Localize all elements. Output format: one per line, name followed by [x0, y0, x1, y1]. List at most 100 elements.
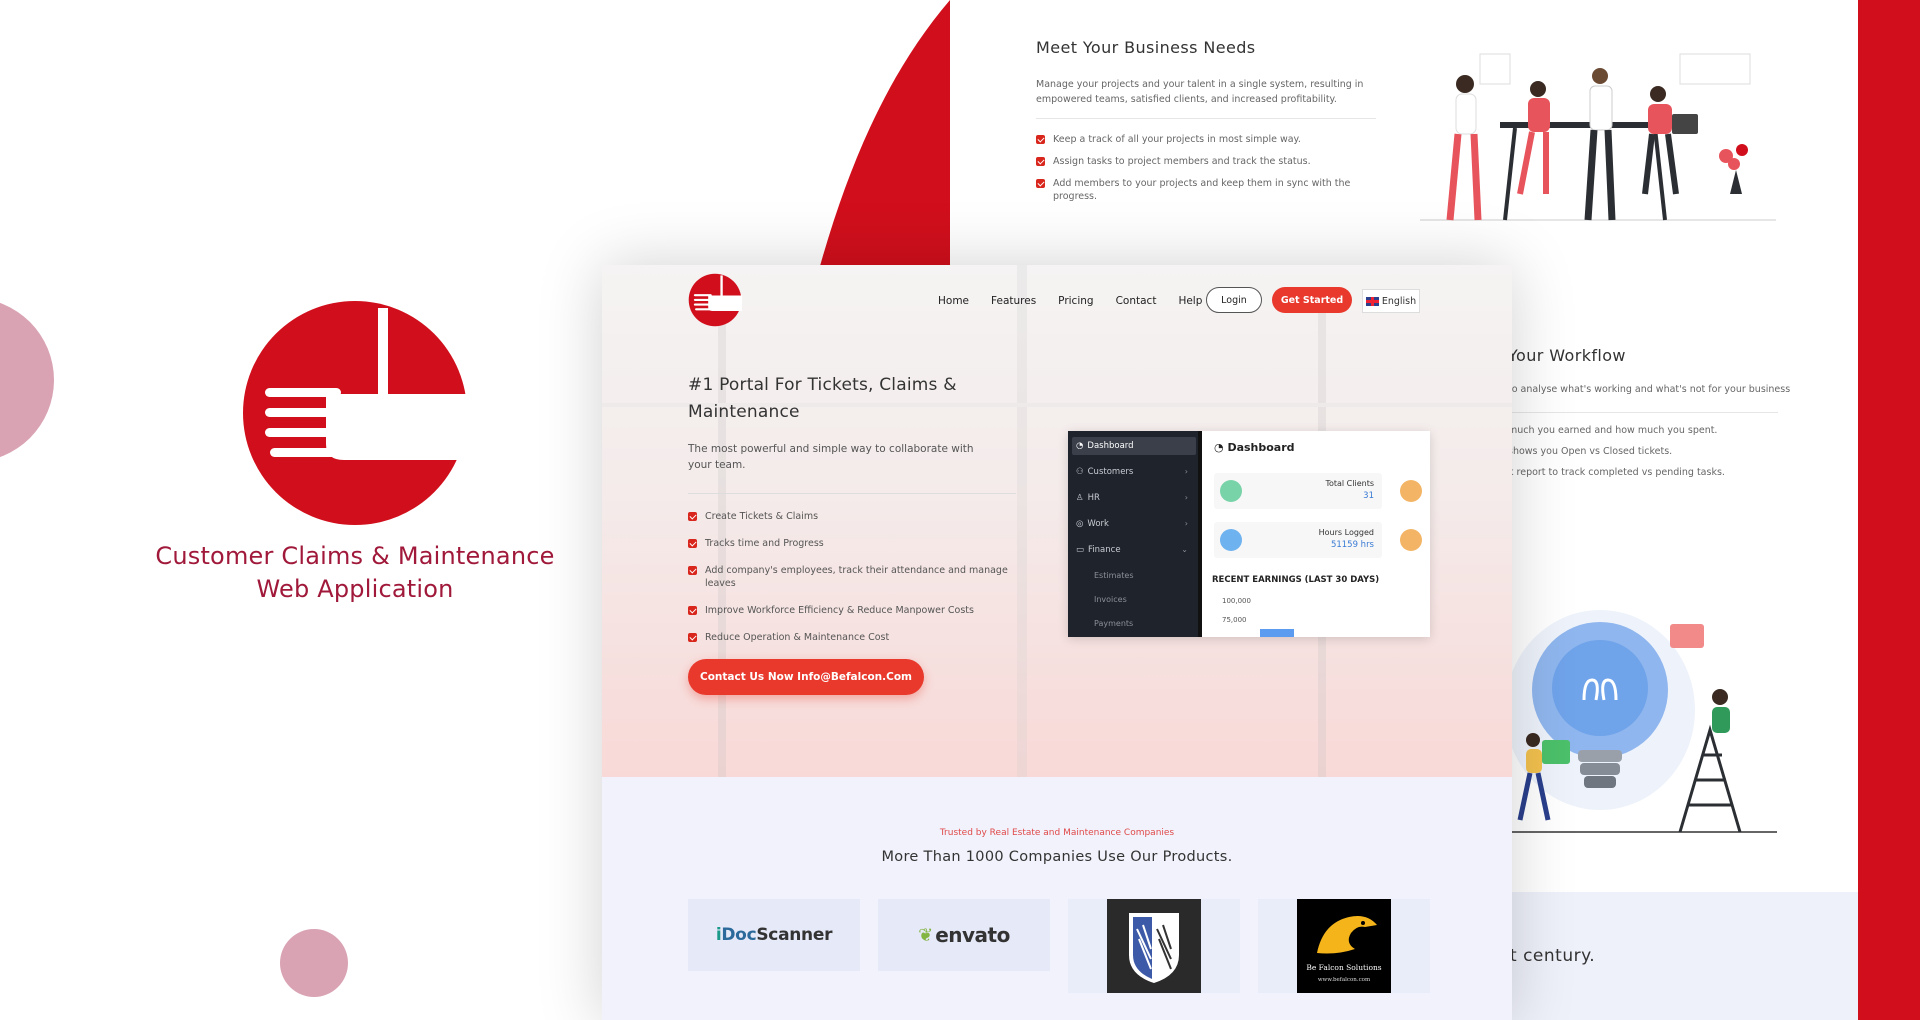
divider	[688, 493, 1016, 494]
sidebar-item-label: Work	[1087, 519, 1109, 529]
stat-card-hours[interactable]: Hours Logged 51159 hrs	[1214, 522, 1382, 558]
nav-contact[interactable]: Contact	[1116, 295, 1157, 307]
idoc-scanner: Scanner	[756, 925, 833, 945]
gauge-icon: ◔	[1076, 441, 1084, 451]
list-item: k report to track completed vs pending t…	[1508, 467, 1725, 478]
nav-help[interactable]: Help	[1178, 295, 1202, 307]
briefcase-icon: ◎	[1076, 519, 1084, 529]
business-needs-title: Meet Your Business Needs	[1036, 38, 1256, 57]
red-curve-shape	[820, 0, 950, 266]
main-nav: Home Features Pricing Contact Help	[938, 295, 1202, 307]
envato-text: envato	[935, 923, 1010, 947]
lightbulb-illustration	[1500, 610, 1777, 833]
sidebar-item-dashboard[interactable]: ◔ Dashboard	[1076, 441, 1134, 451]
sidebar-item-label: Finance	[1088, 545, 1121, 555]
axis-tick: 100,000	[1222, 597, 1251, 605]
list-item: Reduce Operation & Maintenance Cost	[688, 631, 1028, 644]
contact-us-button[interactable]: Contact Us Now Info@Befalcon.Com	[688, 659, 924, 695]
befalcon-name: Be Falcon Solutions	[1306, 963, 1382, 972]
list-item: Create Tickets & Claims	[688, 510, 1028, 523]
chevron-right-icon: ›	[1184, 467, 1188, 476]
login-button[interactable]: Login	[1206, 287, 1262, 313]
list-item: Add company's employees, track their att…	[688, 564, 1028, 590]
logo-envato: ❦ envato	[878, 899, 1050, 971]
stage: Customer Claims & Maintenance Web Applic…	[0, 0, 1920, 1020]
website-mockup: Home Features Pricing Contact Help Login…	[602, 265, 1512, 1020]
uk-flag-icon	[1365, 296, 1379, 306]
stat-value: 31	[1363, 491, 1374, 501]
falcon-icon	[1317, 916, 1377, 954]
list-item: shows you Open vs Closed tickets.	[1508, 446, 1673, 457]
list-item: Keep a track of all your projects in mos…	[1036, 133, 1356, 146]
nav-home[interactable]: Home	[938, 295, 969, 307]
hero-subtitle: The most powerful and simple way to coll…	[688, 443, 974, 471]
pink-circle-left	[0, 298, 54, 462]
sidebar-sub-estimates[interactable]: Estimates	[1094, 571, 1134, 580]
nav-features[interactable]: Features	[991, 295, 1036, 307]
clock-icon	[1220, 529, 1242, 551]
sidebar-item-label: Customers	[1087, 467, 1134, 477]
nav-pricing[interactable]: Pricing	[1058, 295, 1093, 307]
team-meeting-illustration	[1420, 53, 1776, 221]
pink-circle-bottom	[280, 929, 348, 997]
brand-logo-icon	[243, 301, 470, 525]
red-side-band	[1858, 0, 1920, 1020]
divider	[1508, 412, 1778, 413]
axis-tick: 75,000	[1222, 616, 1247, 624]
logo-idocscanner: iDocScanner	[688, 899, 860, 971]
money-icon: ▭	[1076, 545, 1085, 555]
sidebar-item-hr[interactable]: ♙ HR	[1076, 493, 1100, 503]
sidebar-sub-invoices[interactable]: Invoices	[1094, 595, 1127, 604]
list-item: much you earned and how much you spent.	[1508, 425, 1718, 436]
workflow-list: much you earned and how much you spent. …	[1508, 425, 1725, 488]
brand-title-line1: Customer Claims & Maintenance	[155, 542, 555, 570]
brand-title-line2: Web Application	[256, 575, 454, 603]
stat-value: 51159 hrs	[1330, 540, 1374, 550]
list-item: Tracks time and Progress	[688, 537, 1028, 550]
stat-label: Total Clients	[1325, 479, 1374, 488]
earnings-bar	[1260, 629, 1294, 637]
users-icon: ⚇	[1076, 467, 1084, 477]
sidebar-item-label: Dashboard	[1087, 441, 1134, 451]
stat-label: Hours Logged	[1318, 528, 1374, 537]
sidebar-item-work[interactable]: ◎ Work	[1076, 519, 1109, 529]
sidebar-item-finance[interactable]: ▭ Finance	[1076, 545, 1121, 555]
workflow-title: Your Workflow	[1508, 346, 1626, 365]
leaf-icon: ❦	[918, 924, 934, 946]
gauge-icon: ◔	[1214, 441, 1228, 454]
language-selector[interactable]: English	[1362, 289, 1420, 313]
list-item: Improve Workforce Efficiency & Reduce Ma…	[688, 604, 1028, 617]
chevron-down-icon: ⌄	[1181, 545, 1188, 554]
chevron-right-icon: ›	[1184, 493, 1188, 502]
user-icon: ♙	[1076, 493, 1084, 503]
idoc-doc: Doc	[721, 925, 757, 945]
hero-section: Home Features Pricing Contact Help Login…	[602, 265, 1512, 777]
hero-title: #1 Portal For Tickets, Claims & Maintena…	[688, 375, 957, 422]
list-item: Assign tasks to project members and trac…	[1036, 155, 1356, 168]
logo-befalcon: Be Falcon Solutions www.befalcon.com	[1258, 899, 1430, 993]
layers-icon	[1400, 480, 1422, 502]
get-started-button[interactable]: Get Started	[1272, 287, 1352, 313]
dashboard-sidebar: ◔ Dashboard ⚇ Customers › ♙ HR › ◎ Work ›	[1068, 431, 1202, 637]
sidebar-item-label: HR	[1087, 493, 1100, 503]
business-needs-description: Manage your projects and your talent in …	[1036, 79, 1364, 105]
business-needs-list: Keep a track of all your projects in mos…	[1036, 133, 1356, 212]
workflow-description: to analyse what's working and what's not…	[1508, 384, 1791, 395]
dashboard-main: ◔ Dashboard Total Clients 31 Hours Logge…	[1202, 431, 1430, 637]
brand-title: Customer Claims & Maintenance Web Applic…	[130, 540, 580, 606]
sidebar-item-customers[interactable]: ⚇ Customers	[1076, 467, 1133, 477]
befalcon-url: www.befalcon.com	[1317, 977, 1371, 983]
wings-shield-icon	[1107, 899, 1201, 993]
dashboard-title-label: Dashboard	[1227, 441, 1295, 454]
sidebar-sub-payments[interactable]: Payments	[1094, 619, 1133, 628]
stat-card-clients[interactable]: Total Clients 31	[1214, 473, 1382, 509]
trusted-label: Trusted by Real Estate and Maintenance C…	[939, 828, 1175, 838]
clients-icon	[1220, 480, 1242, 502]
warning-icon	[1400, 529, 1422, 551]
earnings-title: RECENT EARNINGS (LAST 30 DAYS)	[1212, 575, 1380, 585]
site-logo-icon[interactable]	[688, 273, 742, 327]
list-item: Add members to your projects and keep th…	[1036, 177, 1356, 203]
divider	[1036, 118, 1376, 119]
language-label: English	[1381, 295, 1417, 307]
century-text: t century.	[1510, 946, 1596, 966]
